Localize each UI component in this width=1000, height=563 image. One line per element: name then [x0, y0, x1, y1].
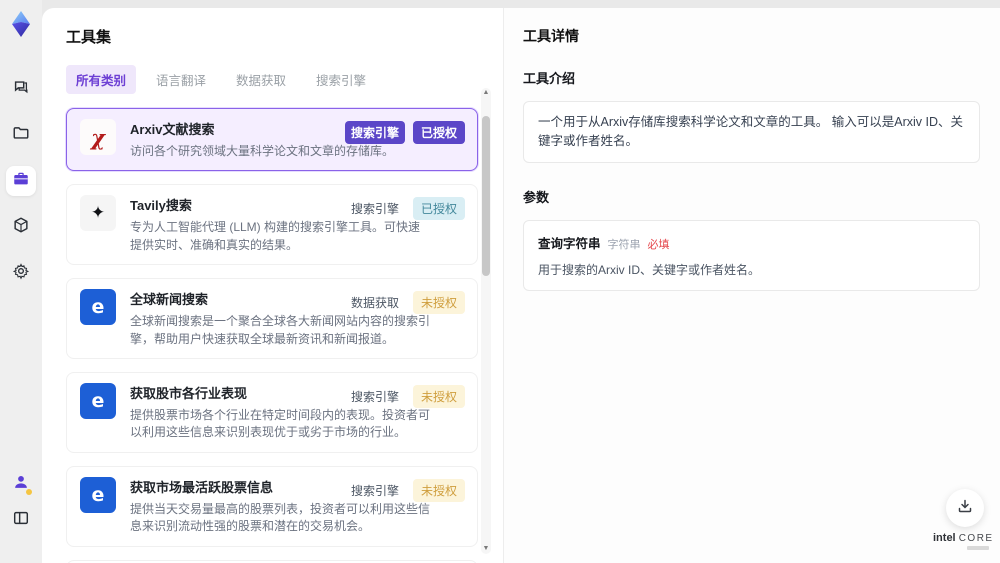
page-title: 工具集 [66, 29, 112, 46]
tool-status-badge: 未授权 [412, 291, 465, 315]
sidebar-item-files[interactable] [6, 120, 36, 150]
category-tab-3[interactable]: 搜索引擎 [306, 65, 376, 94]
tool-badges: 搜索引擎 未授权 [345, 384, 465, 408]
param-description: 用于搜索的Arxiv ID、关键字或作者姓名。 [538, 262, 761, 277]
main-panel: 工具集 所有类别 语言翻译 数据获取 搜索引擎 χ Arxiv文献搜索 访问各个… [42, 8, 1000, 563]
cube-icon [12, 216, 30, 239]
sidebar-item-account[interactable] [6, 469, 36, 499]
tool-logo-glyph: e [91, 296, 105, 319]
sidebar-item-packages[interactable] [6, 212, 36, 242]
tab-label: 搜索引擎 [316, 74, 367, 88]
category-tab-2[interactable]: 数据获取 [226, 65, 296, 94]
tool-logo-glyph: e [91, 483, 105, 506]
sidebar-item-toolbox[interactable] [6, 166, 36, 196]
tool-card[interactable]: χ Arxiv文献搜索 访问各个研究领域大量科学论文和文章的存储库。 搜索引擎 … [66, 108, 478, 172]
tool-category-badge: 数据获取 [350, 296, 399, 311]
tool-badges: 搜索引擎 未授权 [345, 478, 465, 502]
tool-list-pane: 工具集 所有类别 语言翻译 数据获取 搜索引擎 χ Arxiv文献搜索 访问各个… [42, 8, 503, 563]
download-button[interactable] [946, 489, 984, 527]
param-required-badge: 必填 [647, 238, 670, 251]
tab-label: 数据获取 [236, 74, 287, 88]
details-title: 工具详情 [523, 28, 579, 44]
tab-label: 所有类别 [76, 74, 127, 88]
app-logo-icon [7, 10, 35, 38]
scroll-down-icon[interactable]: ▼ [482, 545, 490, 553]
tool-description: 专为人工智能代理 (LLM) 构建的搜索引擎工具。可快速提供实时、准确和真实的结… [130, 220, 421, 252]
params-heading: 参数 [523, 189, 550, 205]
blue-e-icon: e [80, 476, 116, 513]
tool-category-badge: 搜索引擎 [350, 202, 399, 217]
brand-core-text: CORE [958, 533, 994, 544]
param-card: 查询字符串 字符串 必填 用于搜索的Arxiv ID、关键字或作者姓名。 [523, 219, 980, 291]
tool-card[interactable]: ▦ 万维地区新闻查询 查询具体行政区划内的新闻，快速了解各地新闻动 搜索引擎 未… [66, 559, 478, 563]
tool-description: 全球新闻搜索是一个聚合全球各大新闻网站内容的搜索引擎，帮助用户快速获取全球最新资… [130, 314, 431, 346]
tool-badges: 数据获取 未授权 [345, 291, 465, 315]
category-tab-1[interactable]: 语言翻译 [146, 65, 216, 94]
tool-logo-glyph: χ [91, 124, 105, 150]
blue-e-icon: e [80, 382, 116, 419]
folder-icon [12, 124, 30, 147]
tool-category-badge: 搜索引擎 [344, 121, 405, 144]
tool-badges: 搜索引擎 已授权 [345, 197, 465, 221]
tool-description: 提供当天交易量最高的股票列表，投资者可以利用这些信息来识别流动性强的股票和潜在的… [130, 501, 431, 534]
tool-status-badge: 已授权 [412, 197, 465, 221]
scroll-up-icon[interactable]: ▲ [482, 89, 490, 97]
download-icon [957, 498, 973, 519]
intro-heading: 工具介绍 [523, 71, 576, 86]
tool-status-badge: 已授权 [412, 121, 465, 144]
sidebar-item-settings[interactable] [6, 258, 36, 288]
tool-list: χ Arxiv文献搜索 访问各个研究领域大量科学论文和文章的存储库。 搜索引擎 … [66, 108, 478, 563]
category-tabs: 所有类别 语言翻译 数据获取 搜索引擎 [66, 65, 503, 94]
brand-sub-mark [967, 546, 989, 550]
tool-card[interactable]: e 全球新闻搜索 全球新闻搜索是一个聚合全球各大新闻网站内容的搜索引擎，帮助用户… [66, 278, 478, 359]
tool-details-pane: 工具详情 工具介绍 一个用于从Arxiv存储库搜索科学论文和文章的工具。 输入可… [503, 8, 1000, 563]
tool-description: 提供股票市场各个行业在特定时间段内的表现。投资者可以利用这些信息来识别表现优于或… [130, 407, 431, 440]
param-type: 字符串 [607, 238, 641, 251]
panel-toggle-icon [12, 509, 30, 532]
sidebar [0, 0, 42, 563]
tool-status-badge: 未授权 [412, 478, 465, 502]
sidebar-item-chat[interactable] [6, 74, 36, 104]
brand-intel-text: intel [933, 532, 956, 544]
intel-core-logo: intel CORE [933, 532, 992, 550]
tool-badges: 搜索引擎 已授权 [344, 121, 465, 144]
gear-icon [12, 262, 30, 285]
intro-text-box: 一个用于从Arxiv存储库搜索科学论文和文章的工具。 输入可以是Arxiv ID… [523, 101, 980, 163]
tool-card[interactable]: e 获取股市各行业表现 提供股票市场各个行业在特定时间段内的表现。投资者可以利用… [66, 371, 478, 453]
tool-category-badge: 搜索引擎 [350, 389, 399, 404]
param-name: 查询字符串 [538, 236, 601, 251]
tavily-icon: ✦ [80, 195, 116, 232]
scrollbar-thumb[interactable] [482, 116, 490, 276]
tool-category-badge: 搜索引擎 [350, 483, 399, 498]
tool-logo-glyph: e [91, 389, 105, 412]
tab-label: 语言翻译 [156, 74, 207, 88]
sidebar-item-panel-toggle[interactable] [6, 505, 36, 535]
blue-e-icon: e [80, 289, 116, 326]
list-scrollbar[interactable]: ▲ ▼ [481, 88, 491, 554]
tool-logo-glyph: ✦ [90, 203, 106, 223]
user-status-dot [26, 489, 32, 495]
arxiv-icon: χ [80, 119, 116, 155]
chat-icon [12, 78, 30, 101]
tool-card[interactable]: ✦ Tavily搜索 专为人工智能代理 (LLM) 构建的搜索引擎工具。可快速提… [66, 184, 478, 266]
category-tab-0[interactable]: 所有类别 [66, 65, 137, 94]
tool-description: 访问各个研究领域大量科学论文和文章的存储库。 [130, 144, 395, 158]
briefcase-icon [12, 170, 30, 193]
tool-card[interactable]: e 获取市场最活跃股票信息 提供当天交易量最高的股票列表，投资者可以利用这些信息… [66, 465, 478, 547]
tool-status-badge: 未授权 [412, 384, 465, 408]
